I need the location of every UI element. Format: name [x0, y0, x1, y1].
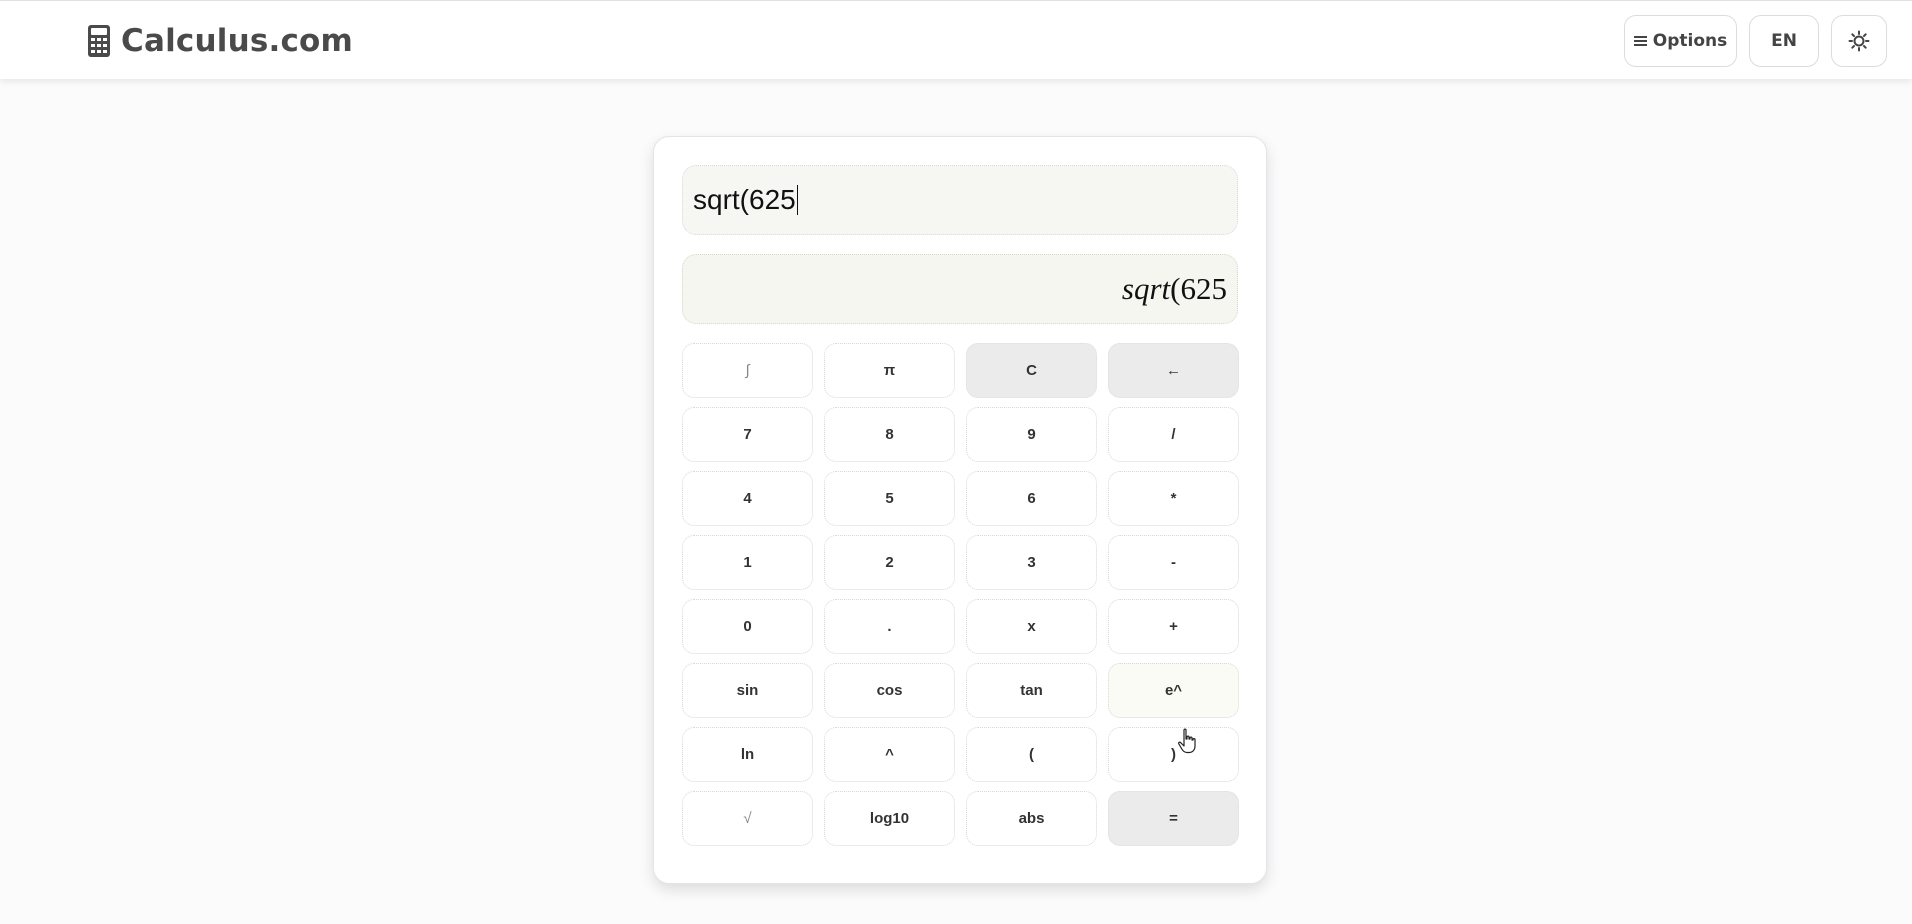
digit-2-key[interactable]: 2 [824, 535, 955, 590]
clear-key[interactable]: C [966, 343, 1097, 398]
sqrt-key[interactable]: √ [682, 791, 813, 846]
cos-key[interactable]: cos [824, 663, 955, 718]
tan-key[interactable]: tan [966, 663, 1097, 718]
multiply-key[interactable]: * [1108, 471, 1239, 526]
keypad: ∫ π C ← 7 8 9 / 4 5 6 * 1 2 3 - 0 . x + … [682, 343, 1239, 846]
plus-key[interactable]: + [1108, 599, 1239, 654]
minus-key[interactable]: - [1108, 535, 1239, 590]
brand-name: Calculus.com [121, 23, 354, 59]
sun-icon [1848, 30, 1870, 52]
digit-7-key[interactable]: 7 [682, 407, 813, 462]
log10-key[interactable]: log10 [824, 791, 955, 846]
sin-key[interactable]: sin [682, 663, 813, 718]
menu-icon [1633, 36, 1647, 46]
divide-key[interactable]: / [1108, 407, 1239, 462]
expression-input-value: sqrt(625 [693, 184, 796, 215]
digit-4-key[interactable]: 4 [682, 471, 813, 526]
digit-8-key[interactable]: 8 [824, 407, 955, 462]
language-button[interactable]: EN [1749, 15, 1819, 67]
digit-5-key[interactable]: 5 [824, 471, 955, 526]
equals-key[interactable]: = [1108, 791, 1239, 846]
options-button[interactable]: Options [1624, 15, 1737, 67]
text-caret [796, 185, 799, 215]
variable-x-key[interactable]: x [966, 599, 1097, 654]
digit-6-key[interactable]: 6 [966, 471, 1097, 526]
digit-9-key[interactable]: 9 [966, 407, 1097, 462]
digit-1-key[interactable]: 1 [682, 535, 813, 590]
preview-argument: (625 [1170, 271, 1227, 306]
digit-3-key[interactable]: 3 [966, 535, 1097, 590]
brand[interactable]: Calculus.com [87, 19, 353, 63]
preview-function: sqrt [1121, 271, 1171, 306]
calculator-panel: sqrt(625 sqrt (625 ∫ π C ← 7 8 9 / 4 5 6 … [653, 136, 1267, 884]
math-preview: sqrt (625 [682, 254, 1238, 324]
decimal-point-key[interactable]: . [824, 599, 955, 654]
close-paren-key[interactable]: ) [1108, 727, 1239, 782]
calculator-icon [88, 25, 110, 57]
pi-key[interactable]: π [824, 343, 955, 398]
power-key[interactable]: ^ [824, 727, 955, 782]
open-paren-key[interactable]: ( [966, 727, 1097, 782]
exp-key[interactable]: e^ [1108, 663, 1239, 718]
options-label: Options [1652, 31, 1728, 51]
top-navigation-bar: Calculus.com Options EN [0, 0, 1912, 79]
abs-key[interactable]: abs [966, 791, 1097, 846]
language-label: EN [1771, 31, 1797, 51]
integral-key[interactable]: ∫ [682, 343, 813, 398]
expression-input[interactable]: sqrt(625 [682, 165, 1238, 235]
digit-0-key[interactable]: 0 [682, 599, 813, 654]
backspace-key[interactable]: ← [1108, 343, 1239, 398]
theme-toggle-button[interactable] [1831, 15, 1887, 67]
ln-key[interactable]: ln [682, 727, 813, 782]
